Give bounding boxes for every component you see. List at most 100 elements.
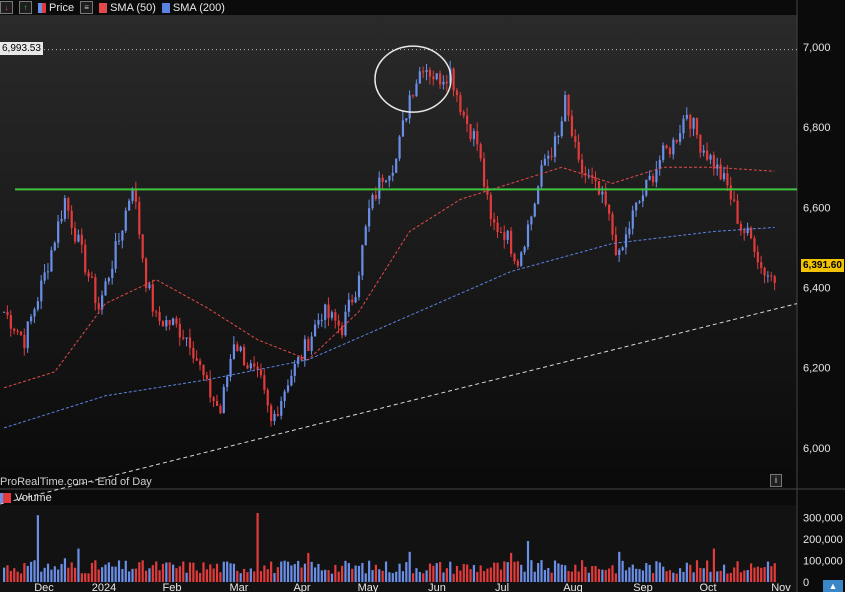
price-candle: [334, 312, 337, 321]
volume-bar: [286, 561, 290, 582]
price-candle: [121, 230, 124, 241]
volume-bar: [543, 569, 546, 582]
price-candle: [712, 155, 715, 169]
price-candle: [165, 319, 168, 327]
info-icon[interactable]: i: [770, 474, 782, 487]
price-candle: [624, 234, 628, 248]
up-arrow-icon[interactable]: ↑: [19, 1, 32, 14]
volume-bar: [70, 562, 73, 582]
volume-bar: [280, 561, 283, 582]
price-candle: [462, 112, 465, 116]
price-candle: [455, 90, 459, 96]
volume-bar: [293, 564, 296, 582]
legend-price-label: Price: [49, 1, 75, 14]
date-axis-label: Oct: [699, 582, 716, 592]
legend-price[interactable]: Price: [38, 2, 74, 14]
scroll-up-icon[interactable]: ▲: [823, 580, 843, 592]
price-candle: [560, 121, 563, 137]
price-candle: [303, 339, 307, 361]
price-candle: [547, 155, 550, 159]
price-candle: [411, 95, 415, 97]
volume-bar: [13, 568, 16, 582]
price-candle: [280, 400, 283, 416]
settings-icon[interactable]: ≡: [80, 1, 94, 14]
price-candle: [313, 324, 317, 337]
volume-bar: [621, 560, 624, 582]
price-candle: [557, 136, 560, 138]
volume-bar: [716, 571, 719, 582]
price-candle: [317, 320, 320, 325]
price-candle: [6, 311, 9, 316]
volume-bar: [597, 569, 601, 582]
volume-bar: [276, 567, 279, 582]
price-candle: [401, 120, 405, 137]
price-candle: [743, 230, 746, 234]
price-candle: [209, 378, 212, 398]
price-candle: [422, 71, 425, 73]
price-candle: [716, 164, 719, 169]
volume-axis-label: 100,000: [803, 555, 843, 567]
date-axis-label: May: [358, 582, 379, 592]
volume-bar: [141, 560, 144, 582]
price-candle: [354, 297, 357, 303]
price-candle: [388, 175, 391, 181]
price-candle: [628, 228, 631, 235]
volume-bar: [94, 560, 97, 582]
volume-bar: [199, 572, 202, 582]
price-candle: [178, 323, 181, 338]
volume-bar: [368, 560, 371, 582]
volume-bar: [155, 561, 158, 582]
price-candle: [290, 375, 293, 386]
volume-bar: [746, 570, 749, 582]
price-candle: [286, 385, 290, 392]
volume-bar: [165, 562, 168, 582]
volume-bar: [188, 562, 192, 582]
price-candle: [466, 115, 469, 124]
price-candle: [760, 262, 763, 268]
down-arrow-icon[interactable]: ↓: [0, 1, 13, 14]
volume-bar: [259, 571, 263, 582]
volume-bar: [418, 571, 421, 582]
price-candle: [597, 181, 601, 195]
volume-bar: [43, 567, 46, 582]
price-candle: [621, 247, 624, 251]
price-candle: [601, 191, 604, 195]
volume-bar: [300, 567, 303, 582]
price-candle: [611, 213, 614, 235]
price-candle: [104, 281, 107, 296]
volume-bar: [337, 571, 340, 582]
volume-bar: [513, 561, 516, 582]
price-candle: [675, 139, 678, 142]
volume-bar: [87, 573, 90, 582]
price-candle: [361, 245, 364, 276]
price-candle: [13, 328, 16, 331]
volume-bar: [489, 567, 492, 582]
volume-bar: [449, 561, 452, 582]
volume-bar: [770, 566, 773, 582]
volume-bar: [496, 562, 499, 582]
volume-bar: [506, 562, 509, 582]
price-candle: [26, 321, 29, 349]
price-candle: [229, 358, 232, 377]
volume-bar: [63, 558, 67, 582]
price-candle: [368, 208, 371, 227]
volume-bar: [138, 562, 141, 582]
price-candle: [439, 73, 442, 85]
price-candle: [496, 222, 499, 233]
price-candle: [580, 159, 584, 174]
volume-bar: [249, 568, 252, 582]
volume-bar: [384, 561, 388, 582]
price-candle: [763, 267, 766, 276]
volume-bar: [114, 566, 117, 582]
volume-bar: [482, 571, 486, 582]
volume-bar: [232, 563, 236, 582]
volume-bar: [60, 563, 63, 582]
volume-bar: [702, 568, 705, 582]
price-candle: [351, 299, 354, 303]
volume-bar: [374, 564, 377, 582]
legend-sma50[interactable]: SMA (50): [99, 2, 156, 14]
volume-bar: [455, 565, 459, 582]
legend-sma200[interactable]: SMA (200): [161, 2, 225, 14]
volume-bar: [466, 564, 469, 582]
price-candle: [523, 246, 526, 253]
